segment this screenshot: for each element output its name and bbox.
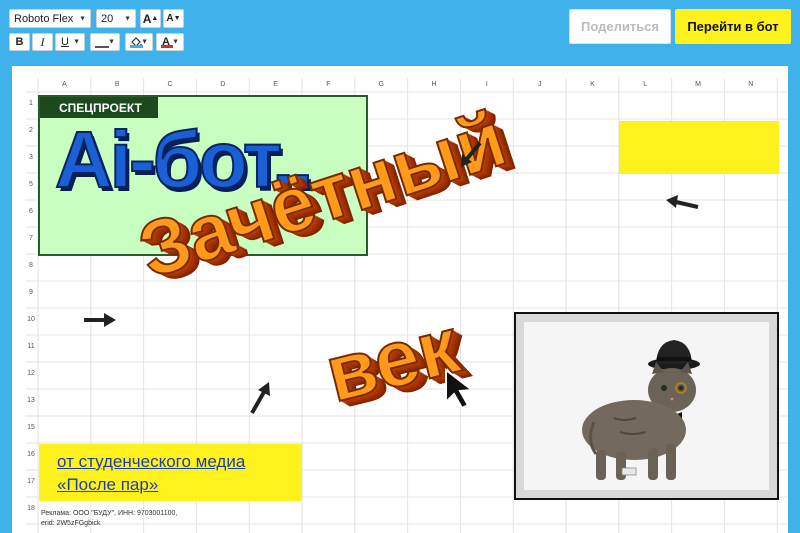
- subtitle-line-2[interactable]: «После пар»: [57, 475, 158, 495]
- arrow-pointer-icon: [461, 141, 482, 167]
- font-size-select[interactable]: 20 ▼: [96, 9, 136, 28]
- column-header-m[interactable]: M: [672, 78, 725, 92]
- cat-image: [524, 322, 769, 490]
- font-size-decrease-icon: A: [166, 13, 174, 24]
- bold-button[interactable]: B: [9, 33, 30, 51]
- cat-with-hat-image: [582, 340, 700, 480]
- fill-color-button[interactable]: ▼: [125, 33, 153, 51]
- column-header-b[interactable]: B: [91, 78, 144, 92]
- go-to-bot-button[interactable]: Перейти в бот: [675, 9, 791, 44]
- font-family-select[interactable]: Roboto Flex ▼: [9, 9, 91, 28]
- spreadsheet-canvas: ABCDEFGHIJKLMN 1 2 3 5 6 7 8 9 10 11 12 13 15 16 17 18 …: [12, 66, 788, 533]
- column-header-h[interactable]: H: [408, 78, 461, 92]
- font-family-value: Roboto Flex: [14, 12, 74, 25]
- chevron-down-icon: ▼: [124, 15, 131, 22]
- row-header-15[interactable]: 15: [26, 424, 36, 431]
- column-header-i[interactable]: I: [460, 78, 513, 92]
- font-size-increase-button[interactable]: A ▲: [140, 9, 161, 28]
- arrow-pointer-icon: [84, 313, 116, 327]
- column-header-n[interactable]: N: [724, 78, 777, 92]
- row-header-13[interactable]: 13: [26, 397, 36, 404]
- cat-image-frame: [514, 312, 779, 500]
- row-header-9[interactable]: 9: [26, 289, 36, 296]
- subtitle-line-1[interactable]: от студенческого медиа: [57, 452, 245, 472]
- row-header-1[interactable]: 1: [26, 100, 36, 107]
- row-header-17[interactable]: 17: [26, 478, 36, 485]
- column-header-f[interactable]: F: [302, 78, 355, 92]
- column-header-g[interactable]: G: [355, 78, 408, 92]
- border-line-icon: [95, 46, 109, 48]
- font-size-decrease-button[interactable]: A ▼: [163, 9, 184, 28]
- row-header-7[interactable]: 7: [26, 235, 36, 242]
- row-header-3[interactable]: 3: [26, 154, 36, 161]
- row-header-2[interactable]: 2: [26, 127, 36, 134]
- ad-disclaimer-line-1: Реклама: ООО "БУДУ", ИНН: 9703001100,: [41, 510, 178, 517]
- italic-icon: I: [40, 34, 45, 49]
- row-header-8[interactable]: 8: [26, 262, 36, 269]
- row-header-16[interactable]: 16: [26, 451, 36, 458]
- font-size-increase-icon: A: [142, 11, 152, 26]
- row-header-10[interactable]: 10: [26, 316, 36, 323]
- row-header-6[interactable]: 6: [26, 208, 36, 215]
- ad-disclaimer-line-2: erid: 2W5zFGgbick: [41, 520, 101, 527]
- arrow-pointer-icon: [666, 195, 699, 209]
- font-size-value: 20: [101, 12, 114, 25]
- bold-icon: B: [15, 36, 24, 48]
- text-color-button[interactable]: A ▼: [156, 33, 184, 51]
- column-header-j[interactable]: J: [513, 78, 566, 92]
- column-header-a[interactable]: A: [38, 78, 91, 92]
- arrow-pointer-icon: [250, 382, 270, 414]
- row-header-5[interactable]: 5: [26, 181, 36, 188]
- row-header-11[interactable]: 11: [26, 343, 36, 350]
- column-header-c[interactable]: C: [144, 78, 197, 92]
- chevron-down-icon: ▼: [79, 15, 86, 22]
- border-style-button[interactable]: ▼: [90, 33, 120, 51]
- column-header-k[interactable]: K: [566, 78, 619, 92]
- column-header-d[interactable]: D: [196, 78, 249, 92]
- chevron-down-icon: ▼: [73, 38, 80, 46]
- row-header-12[interactable]: 12: [26, 370, 36, 377]
- chevron-down-icon: ▼: [172, 38, 179, 46]
- underline-icon: U: [61, 36, 69, 48]
- toolbar: Roboto Flex ▼ 20 ▼ A ▲ A ▼ B I U ▼ ▼ ▼ A ▼…: [0, 0, 800, 62]
- italic-button[interactable]: I: [32, 33, 53, 51]
- column-header-l[interactable]: L: [619, 78, 672, 92]
- mouse-cursor-icon: [445, 367, 475, 410]
- chevron-down-icon: ▼: [141, 38, 148, 46]
- row-header-18[interactable]: 18: [26, 505, 36, 512]
- yellow-highlight-block: [619, 121, 779, 174]
- chevron-down-icon: ▼: [108, 38, 115, 46]
- column-header-e[interactable]: E: [249, 78, 302, 92]
- share-button[interactable]: Поделиться: [569, 9, 671, 44]
- underline-button[interactable]: U ▼: [55, 33, 85, 51]
